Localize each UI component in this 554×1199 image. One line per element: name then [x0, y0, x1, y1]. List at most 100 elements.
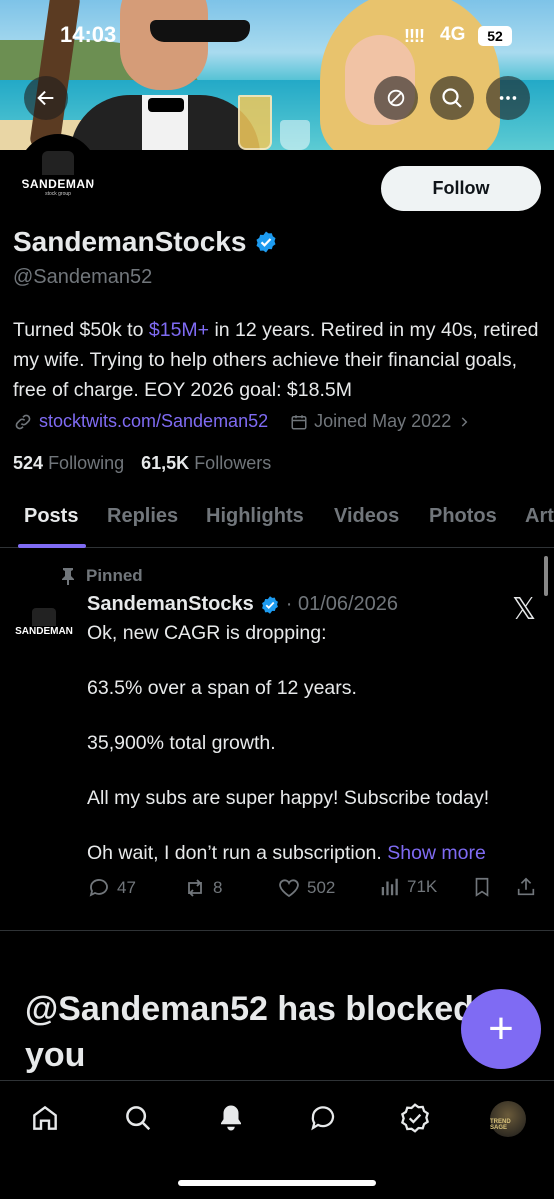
tab-highlights[interactable]: Highlights — [206, 505, 304, 528]
banner-beer-glass — [238, 95, 272, 150]
search-button[interactable] — [430, 76, 474, 120]
followers-link[interactable]: 61,5K Followers — [141, 453, 271, 473]
nav-notifications[interactable] — [214, 1101, 248, 1135]
post-actions: 47 8 502 71K — [87, 876, 537, 906]
show-more-link[interactable]: Show more — [387, 842, 486, 864]
bar-chart-icon — [381, 878, 398, 896]
views-button[interactable]: 71K — [379, 876, 437, 898]
like-count: 502 — [307, 878, 336, 897]
nav-messages[interactable] — [306, 1101, 340, 1135]
scrollbar[interactable] — [544, 556, 548, 596]
profile-display-name: SandemanStocks — [13, 226, 247, 257]
profile-handle: @Sandeman52 — [13, 266, 153, 288]
post-date[interactable]: · 01/06/2026 — [286, 593, 398, 616]
status-time: 14:03 — [60, 22, 117, 47]
following-link[interactable]: 524 Following — [13, 453, 124, 473]
slashed-circle-icon — [387, 89, 405, 107]
profile-bio: Turned $50k to $15M+ in 12 years. Retire… — [13, 315, 543, 405]
chat-bubble-icon — [311, 1106, 335, 1131]
post-author-name[interactable]: SandemanStocks — [87, 593, 254, 616]
home-indicator[interactable] — [178, 1180, 376, 1186]
reply-count: 47 — [117, 878, 136, 897]
back-button[interactable] — [24, 76, 68, 120]
joined-date-text: Joined May 2022 — [314, 411, 452, 431]
bookmark-button[interactable] — [471, 876, 493, 898]
battery-icon: 52 — [478, 26, 512, 46]
follow-button[interactable]: Follow — [381, 166, 541, 211]
fedora-hat-icon — [42, 151, 74, 175]
profile-name: SandemanStocks — [13, 226, 278, 258]
nav-verified[interactable] — [398, 1101, 432, 1135]
active-tab-indicator — [18, 544, 86, 548]
follow-counts: 524 Following 61,5K Followers — [13, 453, 271, 474]
post-header: SandemanStocks · 01/06/2026 — [87, 593, 398, 616]
post-avatar-brand: SANDEMAN — [15, 625, 73, 637]
nav-search[interactable] — [121, 1101, 155, 1135]
repost-icon — [188, 879, 202, 897]
signal-icon: !!!! — [404, 26, 425, 46]
avatar-brand-text: SANDEMAN — [21, 177, 95, 191]
profile-tabs: Posts Replies Highlights Videos Photos A… — [0, 490, 554, 548]
post-body[interactable]: Ok, new CAGR is dropping: 63.5% over a s… — [87, 620, 537, 868]
post-line: 35,900% total growth. — [87, 732, 276, 754]
fedora-hat-icon — [32, 607, 56, 626]
tab-replies[interactable]: Replies — [107, 505, 178, 528]
calendar-icon — [291, 414, 307, 429]
bottom-navigation: TREND SAGE — [0, 1080, 554, 1199]
tab-videos[interactable]: Videos — [334, 505, 399, 528]
share-icon — [517, 877, 535, 896]
profile-meta: stocktwits.com/Sandeman52 Joined May 202… — [13, 411, 471, 432]
following-label: Following — [48, 453, 125, 473]
followers-label: Followers — [194, 453, 272, 473]
post-line: 63.5% over a span of 12 years. — [87, 677, 357, 699]
verified-check-icon — [400, 1103, 430, 1133]
bell-icon — [221, 1105, 241, 1131]
divider — [0, 930, 554, 931]
blocked-message: @Sandeman52 has blocked you — [25, 990, 474, 1074]
post-author-avatar[interactable]: SANDEMAN — [14, 592, 74, 652]
tab-articles[interactable]: Art — [525, 505, 554, 528]
chevron-right-icon — [461, 416, 468, 427]
profile-avatar[interactable]: SANDEMAN stock group — [18, 134, 98, 214]
more-horizontal-icon — [499, 96, 517, 100]
reply-icon — [89, 879, 108, 897]
search-icon — [126, 1106, 151, 1131]
joined-date[interactable]: Joined May 2022 — [290, 411, 471, 432]
network-type: 4G — [440, 24, 466, 45]
followers-count: 61,5K — [141, 453, 190, 473]
repost-button[interactable]: 8 — [183, 876, 222, 900]
arrow-left-icon — [37, 90, 54, 106]
verified-badge-icon — [261, 595, 278, 614]
banner-champagne-glass — [280, 120, 310, 150]
view-count: 71K — [407, 877, 438, 896]
pinned-label: Pinned — [60, 566, 143, 586]
bookmark-icon — [475, 877, 489, 897]
post-line: All my subs are super happy! Subscribe t… — [87, 787, 490, 809]
verified-badge-icon[interactable] — [254, 230, 278, 254]
status-bar: 14:03 !!!! 4G 52 — [0, 22, 554, 52]
repost-count: 8 — [213, 878, 223, 897]
reply-button[interactable]: 47 — [87, 876, 136, 900]
tab-posts[interactable]: Posts — [24, 505, 78, 528]
more-options-button[interactable] — [486, 76, 530, 120]
compose-post-button[interactable]: + — [461, 989, 541, 1069]
avatar-brand-subtext: stock group — [45, 191, 71, 197]
post-line: Ok, new CAGR is dropping: — [87, 622, 327, 644]
post-line: Oh wait, I don’t run a subscription. — [87, 842, 388, 864]
following-count: 524 — [13, 453, 44, 473]
bio-cashtag-link[interactable]: $15M+ — [149, 319, 209, 341]
nav-profile-avatar[interactable]: TREND SAGE — [490, 1101, 526, 1137]
tab-photos[interactable]: Photos — [429, 505, 497, 528]
hide-media-button[interactable] — [374, 76, 418, 120]
pinned-text: Pinned — [86, 566, 143, 585]
home-icon — [33, 1105, 57, 1130]
pin-icon — [62, 568, 74, 585]
nav-home[interactable] — [28, 1101, 62, 1135]
heart-icon — [279, 879, 299, 898]
link-icon — [15, 414, 31, 429]
share-button[interactable] — [515, 876, 537, 898]
search-icon — [442, 88, 462, 108]
like-button[interactable]: 502 — [277, 876, 335, 900]
bio-text-start: Turned $50k to — [13, 319, 149, 341]
website-link[interactable]: stocktwits.com/Sandeman52 — [39, 411, 268, 432]
